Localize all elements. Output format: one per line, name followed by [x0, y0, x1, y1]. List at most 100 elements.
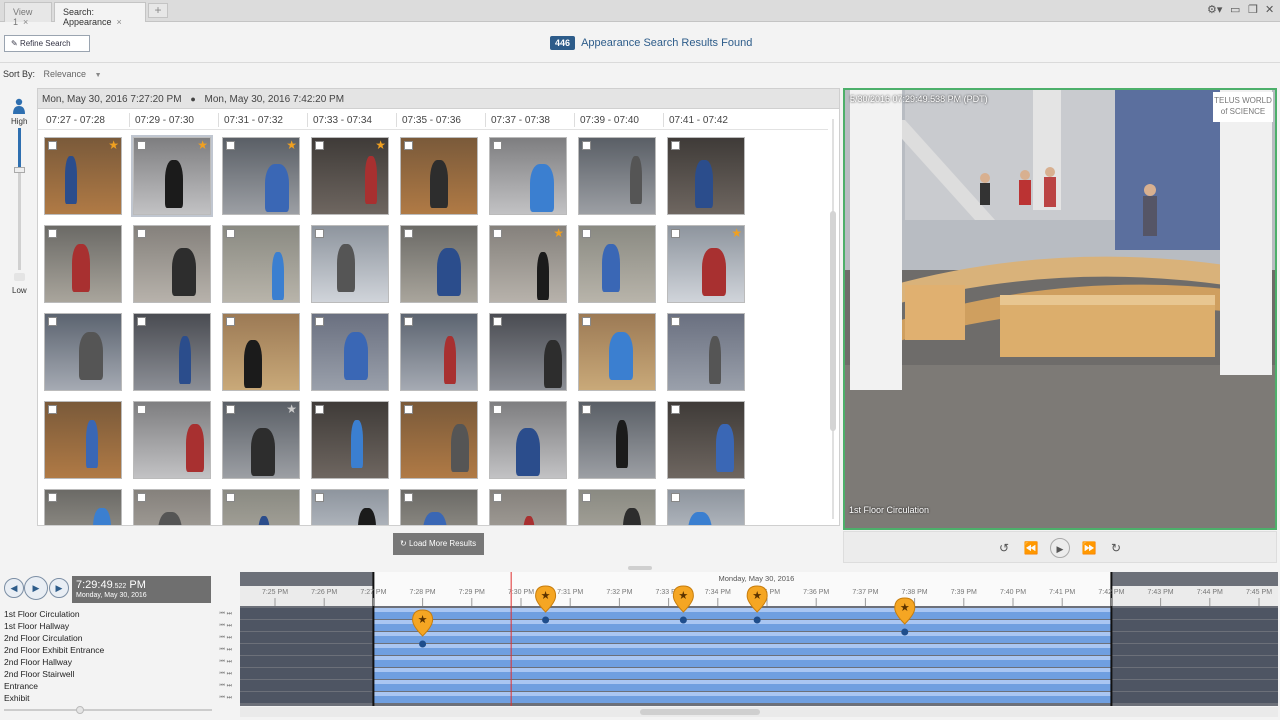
star-icon[interactable]: ★: [108, 138, 119, 152]
tab-search-appearance[interactable]: Search: Appearance ×: [54, 2, 146, 27]
select-checkbox[interactable]: [48, 317, 57, 326]
similarity-slider-thumb[interactable]: [14, 167, 25, 173]
select-checkbox[interactable]: [582, 229, 591, 238]
select-checkbox[interactable]: [315, 405, 324, 414]
result-thumbnail[interactable]: [222, 313, 300, 391]
camera-row[interactable]: 1st Floor Circulation ⏮ ⏭: [0, 608, 238, 620]
results-scrollbar[interactable]: [829, 111, 837, 524]
play-icon[interactable]: ▶: [1050, 538, 1070, 558]
add-tab-button[interactable]: +: [148, 3, 168, 18]
result-thumbnail[interactable]: [44, 401, 122, 479]
timeline-scrollbar[interactable]: [240, 707, 1278, 717]
zoom-slider-thumb[interactable]: [76, 706, 84, 714]
select-checkbox[interactable]: [404, 141, 413, 150]
select-checkbox[interactable]: [493, 493, 502, 502]
select-checkbox[interactable]: [671, 493, 680, 502]
result-thumbnail[interactable]: [400, 313, 478, 391]
camera-nav-icon[interactable]: ⏮ ⏭: [220, 632, 232, 644]
result-thumbnail[interactable]: [400, 225, 478, 303]
result-thumbnail[interactable]: [133, 313, 211, 391]
load-more-results-button[interactable]: ↻ Load More Results: [393, 533, 484, 555]
star-icon[interactable]: ★: [731, 226, 742, 240]
select-checkbox[interactable]: [48, 229, 57, 238]
result-thumbnail[interactable]: [44, 489, 122, 525]
close-icon[interactable]: ×: [117, 17, 122, 27]
video-player[interactable]: 5/30/2016 07:29:49.538 PM (PDT) 1st Floo…: [843, 88, 1277, 530]
select-checkbox[interactable]: [671, 317, 680, 326]
star-icon[interactable]: ★: [197, 138, 208, 152]
result-thumbnail[interactable]: [44, 225, 122, 303]
select-checkbox[interactable]: [137, 229, 146, 238]
camera-row[interactable]: 2nd Floor Exhibit Entrance ⏮ ⏭: [0, 644, 238, 656]
step-back-icon[interactable]: ⏪: [1021, 538, 1041, 558]
chevron-down-icon[interactable]: ▼: [95, 72, 102, 79]
result-thumbnail[interactable]: [667, 489, 745, 525]
result-thumbnail[interactable]: [133, 401, 211, 479]
result-thumbnail[interactable]: [44, 313, 122, 391]
select-checkbox[interactable]: [671, 405, 680, 414]
result-thumbnail[interactable]: [311, 313, 389, 391]
select-checkbox[interactable]: [404, 317, 413, 326]
select-checkbox[interactable]: [226, 317, 235, 326]
select-checkbox[interactable]: [582, 317, 591, 326]
result-thumbnail[interactable]: [489, 401, 567, 479]
step-forward-icon[interactable]: ⏩: [1079, 538, 1099, 558]
select-checkbox[interactable]: [493, 317, 502, 326]
result-thumbnail[interactable]: [578, 401, 656, 479]
next-button[interactable]: ▶: [49, 578, 69, 598]
select-checkbox[interactable]: [404, 493, 413, 502]
result-thumbnail[interactable]: ★: [489, 225, 567, 303]
result-thumbnail[interactable]: [133, 489, 211, 525]
result-thumbnail[interactable]: [578, 313, 656, 391]
select-checkbox[interactable]: [315, 229, 324, 238]
scrollbar-thumb[interactable]: [830, 211, 836, 431]
camera-nav-icon[interactable]: ⏮ ⏭: [220, 608, 232, 620]
camera-row[interactable]: 2nd Floor Hallway ⏮ ⏭: [0, 656, 238, 668]
result-thumbnail[interactable]: [578, 489, 656, 525]
result-thumbnail[interactable]: ★: [131, 135, 213, 217]
zoom-slider[interactable]: [4, 706, 212, 714]
camera-row[interactable]: 2nd Floor Circulation ⏮ ⏭: [0, 632, 238, 644]
result-thumbnail[interactable]: [311, 489, 389, 525]
result-thumbnail[interactable]: ★: [667, 225, 745, 303]
previous-button[interactable]: ◀: [4, 578, 24, 598]
camera-row[interactable]: 2nd Floor Stairwell ⏮ ⏭: [0, 668, 238, 680]
star-icon[interactable]: ★: [286, 138, 297, 152]
camera-nav-icon[interactable]: ⏮ ⏭: [220, 620, 232, 632]
result-thumbnail[interactable]: [400, 137, 478, 215]
result-thumbnail[interactable]: ★: [311, 137, 389, 215]
select-checkbox[interactable]: [493, 229, 502, 238]
select-checkbox[interactable]: [137, 141, 146, 150]
select-checkbox[interactable]: [404, 229, 413, 238]
result-thumbnail[interactable]: [133, 225, 211, 303]
select-checkbox[interactable]: [226, 141, 235, 150]
close-icon[interactable]: ×: [23, 17, 28, 27]
select-checkbox[interactable]: [582, 493, 591, 502]
minimize-button[interactable]: ▭: [1230, 3, 1240, 16]
gear-icon[interactable]: ⚙▾: [1207, 3, 1222, 16]
star-icon[interactable]: ★: [286, 402, 297, 416]
select-checkbox[interactable]: [671, 229, 680, 238]
result-thumbnail[interactable]: [311, 225, 389, 303]
select-checkbox[interactable]: [315, 317, 324, 326]
select-checkbox[interactable]: [48, 405, 57, 414]
close-window-button[interactable]: ✕: [1265, 3, 1274, 16]
rewind-icon[interactable]: ↺: [994, 538, 1014, 558]
result-thumbnail[interactable]: [578, 225, 656, 303]
result-thumbnail[interactable]: ★: [222, 137, 300, 215]
star-icon[interactable]: ★: [553, 226, 564, 240]
result-thumbnail[interactable]: [489, 489, 567, 525]
play-button[interactable]: ▶: [24, 576, 48, 600]
select-checkbox[interactable]: [493, 405, 502, 414]
select-checkbox[interactable]: [315, 493, 324, 502]
select-checkbox[interactable]: [404, 405, 413, 414]
result-thumbnail[interactable]: ★: [44, 137, 122, 215]
select-checkbox[interactable]: [315, 141, 324, 150]
timeline[interactable]: 7:25 PM 7:26 PM 7:27 PM 7:28 PM 7:29 PM 7:30 …: [240, 572, 1278, 706]
result-thumbnail[interactable]: [667, 137, 745, 215]
restore-button[interactable]: ❐: [1248, 3, 1258, 16]
result-thumbnail[interactable]: [667, 313, 745, 391]
camera-row[interactable]: Entrance ⏮ ⏭: [0, 680, 238, 692]
result-thumbnail[interactable]: [400, 401, 478, 479]
camera-nav-icon[interactable]: ⏮ ⏭: [220, 680, 232, 692]
